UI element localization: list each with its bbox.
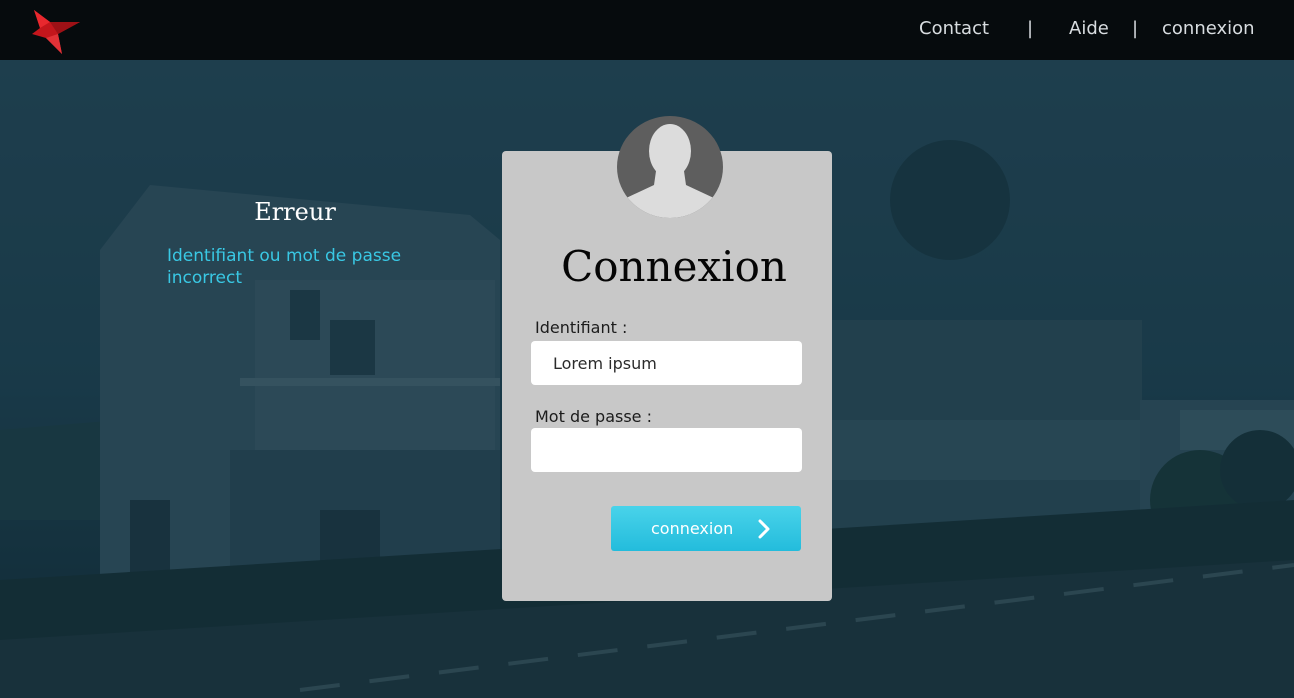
username-input[interactable] [531, 341, 802, 385]
password-label: Mot de passe : [535, 407, 652, 426]
login-submit-button[interactable]: connexion [611, 506, 801, 551]
nav-link-help[interactable]: Aide [1069, 0, 1109, 60]
top-navigation-bar: Contact | Aide | connexion [0, 0, 1294, 60]
error-title: Erreur [254, 198, 336, 226]
error-message: Identifiant ou mot de passe incorrect [167, 246, 402, 288]
login-page: Contact | Aide | connexion Erreur Identi… [0, 0, 1294, 698]
nav-separator: | [1132, 18, 1139, 39]
login-title: Connexion [561, 242, 787, 291]
username-label: Identifiant : [535, 318, 628, 337]
nav-link-contact[interactable]: Contact [919, 0, 989, 60]
red-bird-logo-icon[interactable] [28, 4, 84, 58]
user-avatar-icon [617, 116, 723, 218]
login-submit-label: connexion [651, 519, 734, 538]
nav-link-login[interactable]: connexion [1162, 0, 1255, 60]
chevron-right-icon [758, 519, 770, 539]
nav-separator: | [1027, 18, 1034, 39]
password-input[interactable] [531, 428, 802, 472]
